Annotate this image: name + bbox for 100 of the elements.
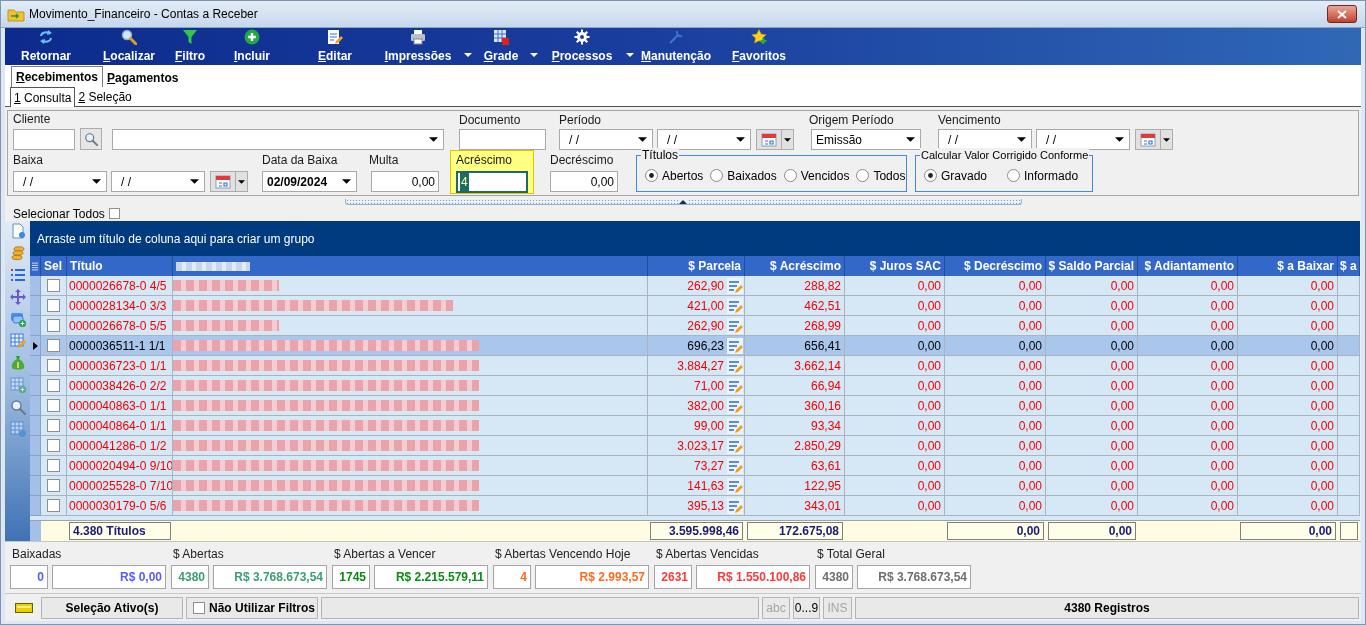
coins-icon[interactable] (9, 245, 26, 261)
toolbar-button[interactable]: Filtro (171, 29, 209, 65)
date-field[interactable]: / / (559, 129, 653, 150)
column-header[interactable]: $ Adiantamento (1138, 256, 1238, 276)
column-header[interactable]: $ a Baixar (1238, 256, 1338, 276)
tab[interactable]: 1 Consulta (10, 87, 76, 107)
toolbar-button[interactable]: Incluir (209, 29, 295, 65)
radio-button[interactable]: Todos (856, 166, 906, 185)
edit-list-icon[interactable] (727, 417, 743, 434)
caret-icon[interactable] (1163, 137, 1170, 142)
splitter-handle[interactable] (344, 199, 1022, 205)
checkbox[interactable] (47, 499, 60, 512)
checkbox[interactable] (47, 339, 60, 352)
toolbar-button[interactable]: Favoritos (715, 29, 803, 65)
filter-checkbox[interactable]: Não Utilizar Filtros (186, 596, 318, 619)
edit-list-icon[interactable] (727, 437, 743, 454)
date-field[interactable]: / / (111, 171, 205, 192)
caret-icon[interactable] (1017, 137, 1026, 142)
checkbox[interactable] (47, 419, 60, 432)
checkbox[interactable] (47, 359, 60, 372)
tab[interactable]: Recebimentos (11, 66, 104, 87)
toolbar-button[interactable]: Localizar (87, 29, 171, 65)
column-header[interactable]: $ Acréscimo (745, 256, 845, 276)
input-field[interactable]: 4 (456, 171, 528, 193)
document-icon[interactable] (9, 223, 26, 239)
column-header[interactable]: $ Juros SAC (845, 256, 945, 276)
select-field[interactable]: 02/09/2024 (262, 171, 357, 192)
search-icon[interactable] (9, 399, 26, 415)
toolbar-button[interactable]: Processos (541, 29, 623, 65)
calendar-button[interactable] (1135, 129, 1173, 150)
checkbox[interactable] (47, 319, 60, 332)
column-header[interactable]: $ a (1338, 256, 1360, 276)
edit-list-icon[interactable] (727, 357, 743, 374)
input-field[interactable]: 0,00 (371, 171, 439, 192)
caret-icon[interactable] (342, 179, 351, 184)
row-header[interactable] (30, 336, 41, 356)
calendar-button[interactable] (756, 129, 794, 150)
calendar-button[interactable] (210, 171, 248, 192)
grid-badge-icon[interactable] (9, 421, 26, 437)
list-icon[interactable] (9, 267, 26, 283)
edit-list-icon[interactable] (727, 297, 743, 314)
caret-icon[interactable] (679, 199, 687, 204)
radio-button[interactable]: Informado (1007, 166, 1079, 185)
caret-icon[interactable] (736, 137, 745, 142)
caret-icon[interactable] (92, 179, 101, 184)
caret-icon[interactable] (530, 53, 538, 57)
search-button[interactable] (80, 128, 102, 150)
toolbar-button[interactable]: Manutenção (637, 29, 715, 65)
edit-list-icon[interactable] (727, 477, 743, 494)
checkbox[interactable] (47, 279, 60, 292)
checkbox[interactable] (47, 399, 60, 412)
edit-list-icon[interactable] (727, 337, 743, 354)
toolbar-button[interactable]: Retornar (5, 29, 87, 65)
edit-list-icon[interactable] (727, 277, 743, 294)
edit-list-icon[interactable] (727, 497, 743, 514)
combo-field[interactable] (112, 128, 444, 150)
edit-list-icon[interactable] (727, 377, 743, 394)
column-header[interactable]: $ Parcela (648, 256, 745, 276)
edit-list-icon[interactable] (727, 317, 743, 334)
caret-icon[interactable] (238, 179, 245, 184)
radio-button[interactable]: Abertos (645, 166, 704, 185)
date-field[interactable]: / / (938, 129, 1032, 150)
input-field[interactable]: 0,00 (550, 171, 618, 192)
move-arrows-icon[interactable] (9, 289, 26, 305)
caret-icon[interactable] (784, 137, 791, 142)
edit-list-icon[interactable] (727, 397, 743, 414)
column-header[interactable]: $ Saldo Parcial (1046, 256, 1138, 276)
caret-icon[interactable] (429, 136, 438, 142)
close-button[interactable] (1327, 5, 1357, 23)
caret-icon[interactable] (906, 137, 915, 142)
select-field[interactable]: Emissão (811, 129, 921, 150)
caret-icon[interactable] (464, 53, 472, 57)
column-header[interactable]: $ Decréscimo (945, 256, 1046, 276)
cards-plus-icon[interactable] (9, 311, 26, 327)
toolbar-button[interactable]: Grade (475, 29, 527, 65)
caret-icon[interactable] (190, 179, 199, 184)
column-chooser-icon[interactable] (32, 260, 38, 272)
checkbox[interactable] (47, 439, 60, 452)
column-header[interactable] (173, 256, 648, 276)
date-field[interactable]: / / (657, 129, 751, 150)
checkbox[interactable] (47, 379, 60, 392)
caret-icon[interactable] (638, 137, 647, 142)
input-field[interactable] (459, 129, 546, 150)
checkbox[interactable] (47, 479, 60, 492)
column-header[interactable]: Sel (41, 256, 67, 276)
caret-icon[interactable] (626, 53, 634, 57)
checkbox[interactable] (47, 459, 60, 472)
input-field[interactable] (13, 128, 75, 150)
toolbar-button[interactable]: Impressões (375, 29, 461, 65)
caret-icon[interactable] (1115, 137, 1124, 142)
date-field[interactable]: / / (13, 171, 107, 192)
toolbar-button[interactable]: Editar (295, 29, 375, 65)
radio-button[interactable]: Vencidos (783, 166, 850, 185)
grid-plus-icon[interactable] (9, 377, 26, 393)
checkbox[interactable] (47, 299, 60, 312)
column-header[interactable]: Título (67, 256, 173, 276)
date-field[interactable]: / / (1036, 129, 1130, 150)
radio-button[interactable]: Gravado (924, 166, 988, 185)
radio-button[interactable]: Baixados (710, 166, 777, 185)
select-all-checkbox[interactable]: Selecionar Todos (13, 204, 120, 223)
